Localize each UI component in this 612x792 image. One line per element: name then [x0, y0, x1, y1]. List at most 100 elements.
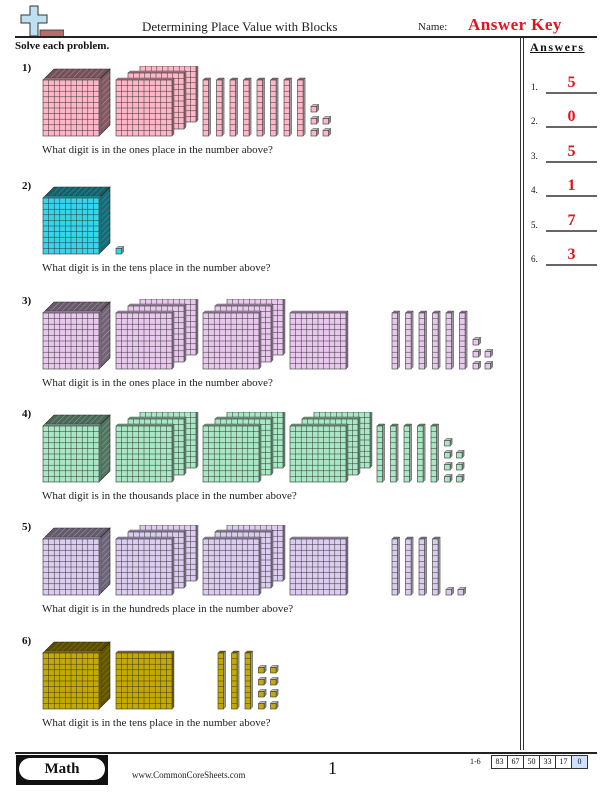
one-unit: [457, 586, 467, 596]
answer-number: 2.: [531, 116, 538, 126]
one-unit: [270, 700, 279, 710]
answer-number: 3.: [531, 151, 538, 161]
name-label: Name:: [418, 21, 448, 33]
ten-rod: [217, 650, 227, 710]
ten-rod: [405, 310, 414, 370]
ten-rod: [256, 77, 266, 137]
answer-value: 5: [567, 143, 576, 160]
ten-rod: [376, 423, 386, 483]
ten-rod: [432, 536, 441, 596]
hundred-flat-stack: [202, 299, 286, 370]
problem-question: What digit is in the ones place in the n…: [42, 144, 273, 156]
subject-badge-label: Math: [19, 758, 105, 780]
answer-key-label: Answer Key: [468, 15, 562, 34]
ten-rod: [430, 423, 440, 483]
answers-divider: [520, 38, 521, 750]
answer-line: [546, 264, 597, 266]
answer-row: 2. 0: [531, 108, 597, 128]
base-ten-blocks: [42, 641, 279, 710]
base-ten-blocks: [42, 299, 494, 370]
one-unit: [310, 115, 320, 125]
site-url: www.CommonCoreSheets.com: [132, 770, 246, 780]
thousand-cube: [42, 301, 111, 370]
hundred-flat-stack: [115, 650, 175, 710]
hundred-flat-stack: [115, 299, 199, 370]
one-unit: [258, 688, 267, 698]
problem-number: 5): [22, 521, 32, 533]
ten-rod: [216, 77, 225, 137]
answer-line: [546, 195, 597, 197]
answer-number: 4.: [531, 185, 538, 195]
one-unit: [322, 127, 332, 137]
answers-divider: [523, 38, 524, 750]
hundred-flat-stack: [202, 525, 286, 596]
subject-badge: Math: [16, 755, 108, 785]
one-unit: [258, 676, 267, 686]
answer-line: [546, 230, 597, 232]
score-cell: 17: [556, 755, 572, 769]
problem-question: What digit is in the thousands place in …: [42, 490, 297, 502]
one-unit: [310, 103, 320, 113]
one-unit: [444, 449, 453, 459]
hundred-flat-stack: [289, 412, 373, 483]
footer-divider: [15, 752, 597, 754]
logo-plus-icon: [18, 5, 64, 38]
problem-number: 6): [22, 635, 32, 647]
answer-row: 1. 5: [531, 74, 597, 94]
thousand-cube: [42, 527, 111, 596]
one-unit: [456, 461, 465, 471]
score-cell: 33: [540, 755, 556, 769]
ten-rod: [405, 536, 414, 596]
answer-line: [546, 126, 597, 128]
problem-number: 4): [22, 408, 32, 420]
answer-value: 1: [567, 177, 576, 194]
one-unit: [115, 245, 125, 255]
score-cell: 83: [492, 755, 508, 769]
one-unit: [484, 348, 494, 358]
problem-question: What digit is in the tens place in the n…: [42, 717, 271, 729]
one-unit: [484, 360, 494, 370]
ten-rod: [231, 650, 240, 710]
one-unit: [472, 348, 482, 358]
one-unit: [258, 700, 267, 710]
answer-row: 4. 1: [531, 177, 597, 197]
problem-number: 2): [22, 180, 32, 192]
base-ten-blocks: [42, 66, 332, 137]
hundred-flat-stack: [289, 536, 349, 596]
base-ten-blocks: [42, 412, 465, 483]
thousand-cube: [42, 641, 111, 710]
ten-rod: [403, 423, 413, 483]
one-unit: [322, 115, 332, 125]
ten-rod: [244, 650, 254, 710]
one-unit: [444, 461, 453, 471]
one-unit: [310, 127, 320, 137]
page-number: 1: [328, 758, 337, 778]
problem-question: What digit is in the hundreds place in t…: [42, 603, 294, 615]
score-table: 83 67 50 33 17 0: [491, 755, 588, 769]
ten-rod: [229, 77, 239, 137]
ten-rod: [417, 423, 426, 483]
answer-row: 5. 7: [531, 212, 597, 232]
ten-rod: [418, 310, 428, 370]
problem-question: What digit is in the tens place in the n…: [42, 262, 271, 274]
one-unit: [444, 437, 453, 447]
ten-rod: [432, 310, 441, 370]
ten-rod: [270, 77, 279, 137]
thousand-cube: [42, 186, 111, 255]
ten-rod: [202, 77, 212, 137]
score-range: 1-6: [470, 757, 481, 766]
ten-rod: [391, 536, 401, 596]
one-unit: [456, 473, 465, 483]
thousand-cube: [42, 414, 111, 483]
ten-rod: [445, 310, 455, 370]
thousand-cube: [42, 68, 111, 137]
answer-number: 5.: [531, 220, 538, 230]
hundred-flat-stack: [289, 310, 349, 370]
problem-number: 3): [22, 295, 32, 307]
ten-rod: [283, 77, 293, 137]
one-unit: [270, 676, 279, 686]
score-cell: 50: [524, 755, 540, 769]
score-cell: 67: [508, 755, 524, 769]
hundred-flat-stack: [115, 412, 199, 483]
one-unit: [456, 449, 465, 459]
